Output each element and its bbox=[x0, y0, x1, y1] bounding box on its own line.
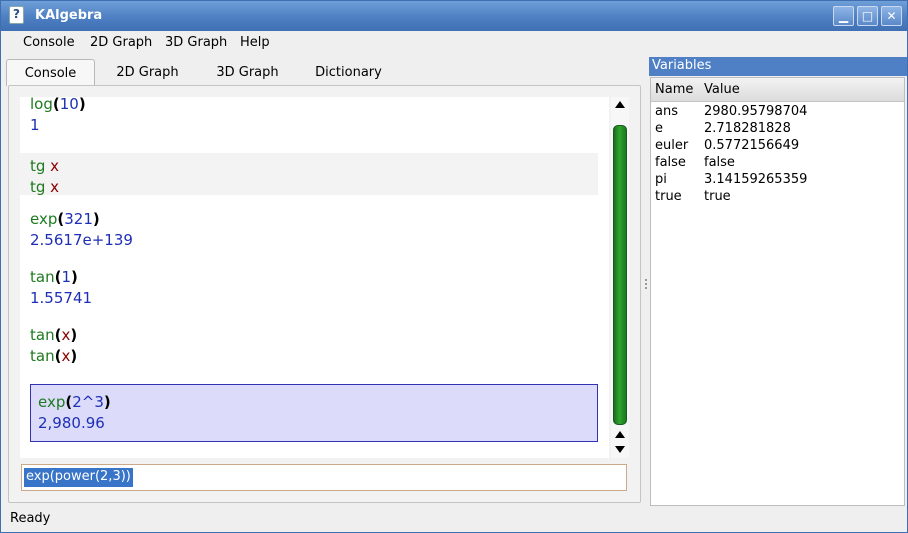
token: 2,980.96 bbox=[38, 414, 105, 432]
token: x bbox=[61, 326, 71, 344]
tab-3d-graph[interactable]: 3D Graph bbox=[201, 59, 294, 86]
token: 10 bbox=[59, 97, 79, 113]
console-entry[interactable]: tan(x) tan(x) bbox=[20, 326, 598, 368]
kalgebra-icon[interactable] bbox=[9, 6, 24, 24]
token: log bbox=[30, 97, 53, 113]
token: ) bbox=[103, 393, 111, 411]
token: exp bbox=[30, 210, 58, 228]
console-entry[interactable]: tan(1) 1.55741 bbox=[20, 268, 598, 310]
entry-expression: tan(1) bbox=[30, 268, 78, 286]
maximize-button[interactable]: □ bbox=[857, 6, 878, 26]
entry-expression: tan(x) bbox=[30, 326, 77, 344]
variable-name: pi bbox=[655, 172, 667, 187]
arrow-up-icon[interactable] bbox=[615, 431, 625, 438]
token: ) bbox=[92, 210, 100, 228]
tab-bar: Console 2D Graph 3D Graph Dictionary bbox=[6, 59, 641, 86]
token: 2.5617e+139 bbox=[30, 231, 133, 249]
entry-expression: exp(2^3) bbox=[38, 393, 111, 411]
column-header-value[interactable]: Value bbox=[704, 82, 740, 97]
variable-name: true bbox=[655, 189, 682, 204]
menu-help[interactable]: Help bbox=[240, 35, 270, 50]
entry-expression: log(10) bbox=[30, 97, 86, 113]
entry-result: 1 bbox=[30, 116, 40, 134]
variable-value: 3.14159265359 bbox=[704, 172, 808, 187]
input-selection: exp(power(2,3)) bbox=[24, 468, 133, 487]
console-scrollbar[interactable] bbox=[611, 97, 629, 458]
token: ) bbox=[71, 268, 78, 286]
variable-name: ans bbox=[655, 104, 678, 119]
entry-result: tan(x) bbox=[30, 347, 77, 365]
expression-input-box: exp(power(2,3)) bbox=[21, 464, 627, 491]
entry-result: 2.5617e+139 bbox=[30, 231, 133, 249]
token: 1.55741 bbox=[30, 289, 93, 307]
tab-2d-graph[interactable]: 2D Graph bbox=[101, 59, 194, 86]
token: x bbox=[50, 178, 60, 196]
window-title: KAlgebra bbox=[35, 8, 103, 23]
console-entry[interactable]: log(10) 1 bbox=[20, 97, 598, 139]
menu-console[interactable]: Console bbox=[23, 35, 75, 50]
variable-row[interactable]: false false bbox=[651, 154, 904, 171]
variables-title[interactable]: Variables bbox=[649, 57, 907, 76]
console-entry[interactable]: exp(321) 2.5617e+139 bbox=[20, 210, 598, 252]
variable-row[interactable]: ans 2980.95798704 bbox=[651, 103, 904, 120]
tab-console[interactable]: Console bbox=[6, 59, 95, 86]
dock-splitter-handle[interactable] bbox=[644, 277, 648, 291]
token: tg bbox=[30, 157, 51, 175]
variable-value: false bbox=[704, 155, 735, 170]
status-text: Ready bbox=[10, 511, 51, 526]
variable-name: e bbox=[655, 121, 663, 136]
variables-dock: Variables Name Value ans 2980.95798704 e 2.… bbox=[649, 57, 907, 507]
variable-row[interactable]: euler 0.5772156649 bbox=[651, 137, 904, 154]
console-entry[interactable]: tg x tg x bbox=[20, 153, 598, 196]
entry-result: 1.55741 bbox=[30, 289, 92, 307]
tab-dictionary[interactable]: Dictionary bbox=[301, 59, 396, 86]
variable-row[interactable]: pi 3.14159265359 bbox=[651, 171, 904, 188]
variable-row[interactable]: e 2.718281828 bbox=[651, 120, 904, 137]
variable-row[interactable]: true true bbox=[651, 188, 904, 205]
status-bar: Ready bbox=[2, 507, 907, 532]
menu-2d-graph[interactable]: 2D Graph bbox=[90, 35, 152, 50]
arrow-down-icon[interactable] bbox=[615, 446, 625, 453]
kalgebra-window: KAlgebra ▁ □ ✕ Console 2D Graph 3D Graph… bbox=[0, 0, 908, 533]
token: ) bbox=[70, 347, 78, 365]
token: x bbox=[61, 347, 71, 365]
variable-value: 2980.95798704 bbox=[704, 104, 808, 119]
token: 1 bbox=[61, 268, 71, 286]
entry-result: tg x bbox=[30, 178, 59, 196]
entry-expression: exp(321) bbox=[30, 210, 100, 228]
token: tan bbox=[30, 326, 55, 344]
column-header-name[interactable]: Name bbox=[655, 82, 693, 97]
token: tg bbox=[30, 178, 51, 196]
token: ) bbox=[78, 97, 86, 113]
token: tan bbox=[30, 347, 55, 365]
menu-3d-graph[interactable]: 3D Graph bbox=[165, 35, 227, 50]
token: ( bbox=[52, 97, 60, 113]
token: ) bbox=[70, 326, 78, 344]
token: exp bbox=[38, 393, 66, 411]
variable-value: 2.718281828 bbox=[704, 121, 791, 136]
variable-value: true bbox=[704, 189, 731, 204]
variable-name: euler bbox=[655, 138, 689, 153]
variables-header: Name Value bbox=[651, 78, 904, 102]
token: x bbox=[50, 157, 60, 175]
entry-result: 2,980.96 bbox=[38, 414, 105, 432]
close-button[interactable]: ✕ bbox=[881, 6, 902, 26]
menu-bar: Console 2D Graph 3D Graph Help bbox=[2, 31, 907, 56]
arrow-up-icon[interactable] bbox=[615, 101, 625, 108]
console-output[interactable]: log(10) 1 tg x tg x exp(321) 2.5617e+139 tan(1… bbox=[20, 97, 609, 458]
token: 2^3 bbox=[72, 393, 104, 411]
variable-name: false bbox=[655, 155, 686, 170]
title-bar[interactable]: KAlgebra ▁ □ ✕ bbox=[1, 1, 907, 31]
token: 321 bbox=[64, 210, 93, 228]
variable-value: 0.5772156649 bbox=[704, 138, 800, 153]
console-entry[interactable]: exp(2^3) 2,980.96 bbox=[30, 384, 598, 442]
entry-expression: tg x bbox=[30, 157, 59, 175]
variables-table[interactable]: Name Value ans 2980.95798704 e 2.718281828 e… bbox=[650, 77, 905, 506]
scrollbar-thumb[interactable] bbox=[613, 125, 627, 425]
token: 1 bbox=[30, 116, 40, 134]
token: tan bbox=[30, 268, 55, 286]
minimize-button[interactable]: ▁ bbox=[833, 6, 854, 26]
